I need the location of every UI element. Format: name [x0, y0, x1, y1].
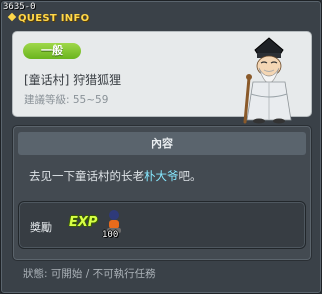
npc-name-link[interactable]: 朴大爷 [144, 169, 179, 183]
reward-box: 獎勵 EXP 100 [18, 201, 306, 249]
exp-icon: EXP [69, 215, 98, 230]
window-title-text: QUEST INFO [18, 13, 90, 24]
window-title: QUEST INFO [7, 12, 90, 24]
exp-amount: 100 [102, 230, 119, 240]
npc-elder-portrait [243, 37, 292, 124]
quest-content-panel: 內容 去见一下童话村的长老朴大爷吧。 獎勵 EXP 100 [12, 125, 312, 261]
quest-info-window: 3635-0 QUEST INFO 一般 [童话村] 狩猎狐狸 建議等級: 55… [0, 0, 322, 294]
quest-summary-panel: 一般 [童话村] 狩猎狐狸 建議等級: 55~59 [12, 31, 312, 124]
quest-id: 3635-0 [3, 2, 36, 12]
quest-type-badge: 一般 [23, 43, 81, 59]
title-bullet-icon [7, 12, 17, 22]
content-header: 內容 [18, 132, 306, 155]
description-suffix: 吧。 [178, 169, 202, 183]
level-requirement: 建議等級: 55~59 [24, 94, 109, 106]
quest-name: [童话村] 狩猎狐狸 [24, 73, 122, 87]
reward-label: 獎勵 [30, 221, 52, 234]
quest-status: 狀態: 可開始 / 不可執行任務 [23, 268, 156, 280]
description-prefix: 去见一下童话村的长老 [29, 169, 144, 183]
quest-description: 去见一下童话村的长老朴大爷吧。 [29, 168, 202, 184]
